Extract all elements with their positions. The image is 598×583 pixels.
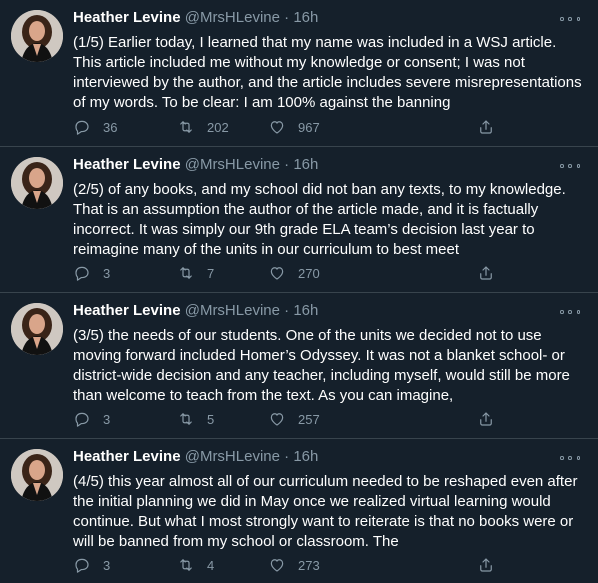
- heart-icon: [270, 559, 284, 572]
- retweet-count: 202: [207, 119, 229, 135]
- retweet-button[interactable]: 4: [177, 555, 214, 575]
- like-count: 270: [298, 265, 320, 281]
- author-handle[interactable]: @MrsHLevine: [185, 156, 280, 173]
- avatar[interactable]: [11, 449, 63, 501]
- avatar[interactable]: [11, 10, 63, 62]
- author-name[interactable]: Heather Levine: [73, 156, 181, 173]
- separator: ·: [284, 156, 290, 173]
- heart-icon: [270, 413, 284, 426]
- separator: ·: [284, 302, 290, 319]
- retweet-button[interactable]: 202: [177, 117, 229, 137]
- tweet-text: (4/5) this year almost all of our curric…: [73, 473, 578, 550]
- share-icon: [480, 266, 492, 280]
- author-handle[interactable]: @MrsHLevine: [185, 302, 280, 319]
- share-button[interactable]: [477, 409, 495, 429]
- retweet-icon: [180, 559, 192, 571]
- reply-button[interactable]: 36: [73, 117, 117, 137]
- more-icon[interactable]: [560, 12, 580, 26]
- tweet[interactable]: Heather Levine @MrsHLevine · 16h (2/5) o…: [0, 147, 598, 292]
- reply-count: 36: [103, 119, 118, 135]
- timestamp[interactable]: 16h: [293, 9, 318, 26]
- avatar[interactable]: [11, 303, 63, 355]
- retweet-count: 7: [207, 265, 215, 281]
- like-button[interactable]: 273: [268, 555, 320, 575]
- like-count: 257: [298, 411, 320, 427]
- reply-icon: [75, 558, 89, 573]
- share-icon: [480, 558, 492, 572]
- like-count: 967: [298, 119, 320, 135]
- tweet-header: Heather Levine @MrsHLevine · 16h: [73, 447, 318, 467]
- tweet-header: Heather Levine @MrsHLevine · 16h: [73, 301, 318, 321]
- retweet-button[interactable]: 5: [177, 409, 214, 429]
- avatar[interactable]: [11, 157, 63, 209]
- like-count: 273: [298, 557, 320, 573]
- retweet-icon: [180, 267, 192, 279]
- author-name[interactable]: Heather Levine: [73, 9, 181, 26]
- heart-icon: [270, 121, 284, 134]
- tweet-actions: 3 4 273: [73, 555, 513, 575]
- reply-icon: [75, 412, 89, 427]
- tweet-text: (2/5) of any books, and my school did no…: [73, 181, 566, 258]
- more-icon[interactable]: [560, 451, 580, 465]
- timestamp[interactable]: 16h: [293, 302, 318, 319]
- reply-button[interactable]: 3: [73, 409, 110, 429]
- tweet-header: Heather Levine @MrsHLevine · 16h: [73, 155, 318, 175]
- like-button[interactable]: 257: [268, 409, 320, 429]
- tweet-text: (3/5) the needs of our students. One of …: [73, 327, 570, 404]
- retweet-icon: [180, 121, 192, 133]
- tweet-text: (1/5) Earlier today, I learned that my n…: [73, 34, 582, 111]
- share-button[interactable]: [477, 263, 495, 283]
- tweet[interactable]: Heather Levine @MrsHLevine · 16h (4/5) t…: [0, 439, 598, 583]
- like-button[interactable]: 967: [268, 117, 320, 137]
- reply-icon: [75, 120, 89, 135]
- reply-button[interactable]: 3: [73, 263, 110, 283]
- share-button[interactable]: [477, 117, 495, 137]
- retweet-icon: [180, 413, 192, 425]
- more-icon[interactable]: [560, 159, 580, 173]
- tweet-actions: 36 202 967: [73, 117, 513, 137]
- tweet-header: Heather Levine @MrsHLevine · 16h: [73, 8, 318, 28]
- heart-icon: [270, 267, 284, 280]
- retweet-count: 5: [207, 411, 215, 427]
- reply-icon: [75, 266, 89, 281]
- tweet-actions: 3 5 257: [73, 409, 513, 429]
- tweet-actions: 3 7 270: [73, 263, 513, 283]
- author-handle[interactable]: @MrsHLevine: [185, 448, 280, 465]
- like-button[interactable]: 270: [268, 263, 320, 283]
- tweet[interactable]: Heather Levine @MrsHLevine · 16h (3/5) t…: [0, 293, 598, 438]
- separator: ·: [284, 9, 290, 26]
- reply-count: 3: [103, 411, 111, 427]
- author-name[interactable]: Heather Levine: [73, 448, 181, 465]
- share-button[interactable]: [477, 555, 495, 575]
- separator: ·: [284, 448, 290, 465]
- author-handle[interactable]: @MrsHLevine: [185, 9, 280, 26]
- reply-count: 3: [103, 557, 111, 573]
- share-icon: [480, 412, 492, 426]
- timestamp[interactable]: 16h: [293, 156, 318, 173]
- retweet-count: 4: [207, 557, 215, 573]
- retweet-button[interactable]: 7: [177, 263, 214, 283]
- author-name[interactable]: Heather Levine: [73, 302, 181, 319]
- reply-count: 3: [103, 265, 111, 281]
- tweet-thread: Heather Levine @MrsHLevine · 16h (1/5) E…: [0, 0, 598, 583]
- tweet[interactable]: Heather Levine @MrsHLevine · 16h (1/5) E…: [0, 0, 598, 146]
- share-icon: [480, 120, 492, 134]
- timestamp[interactable]: 16h: [293, 448, 318, 465]
- reply-button[interactable]: 3: [73, 555, 110, 575]
- more-icon[interactable]: [560, 305, 580, 319]
